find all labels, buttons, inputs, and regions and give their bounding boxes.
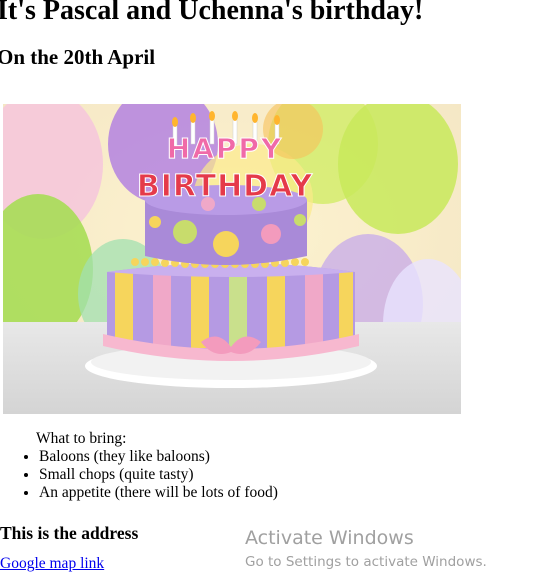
list-item: Small chops (quite tasty): [39, 466, 278, 484]
watermark-subtitle: Go to Settings to activate Windows.: [245, 554, 487, 570]
activate-windows-watermark: Activate Windows Go to Settings to activ…: [245, 526, 487, 572]
list-item: An appetite (there will be lots of food): [39, 484, 278, 502]
what-to-bring-section: What to bring: Baloons (they like baloon…: [3, 430, 278, 502]
google-map-link[interactable]: Google map link: [0, 555, 104, 573]
what-to-bring-list: Baloons (they like baloons) Small chops …: [3, 448, 278, 502]
watermark-title: Activate Windows: [245, 527, 414, 549]
page-subtitle: On the 20th April: [0, 45, 156, 69]
list-item: Baloons (they like baloons): [39, 448, 278, 466]
what-to-bring-label: What to bring:: [36, 430, 127, 447]
cake-topper-happy: HAPPY: [167, 132, 283, 165]
address-heading: This is the address: [0, 523, 139, 543]
cake-topper-birthday: BIRTHDAY: [137, 169, 314, 204]
page-content: It's Pascal and Uchenna's birthday! On t…: [0, 0, 538, 72]
birthday-cake-image: HAPPY BIRTHDAY: [3, 104, 461, 414]
page-title: It's Pascal and Uchenna's birthday!: [0, 0, 424, 26]
